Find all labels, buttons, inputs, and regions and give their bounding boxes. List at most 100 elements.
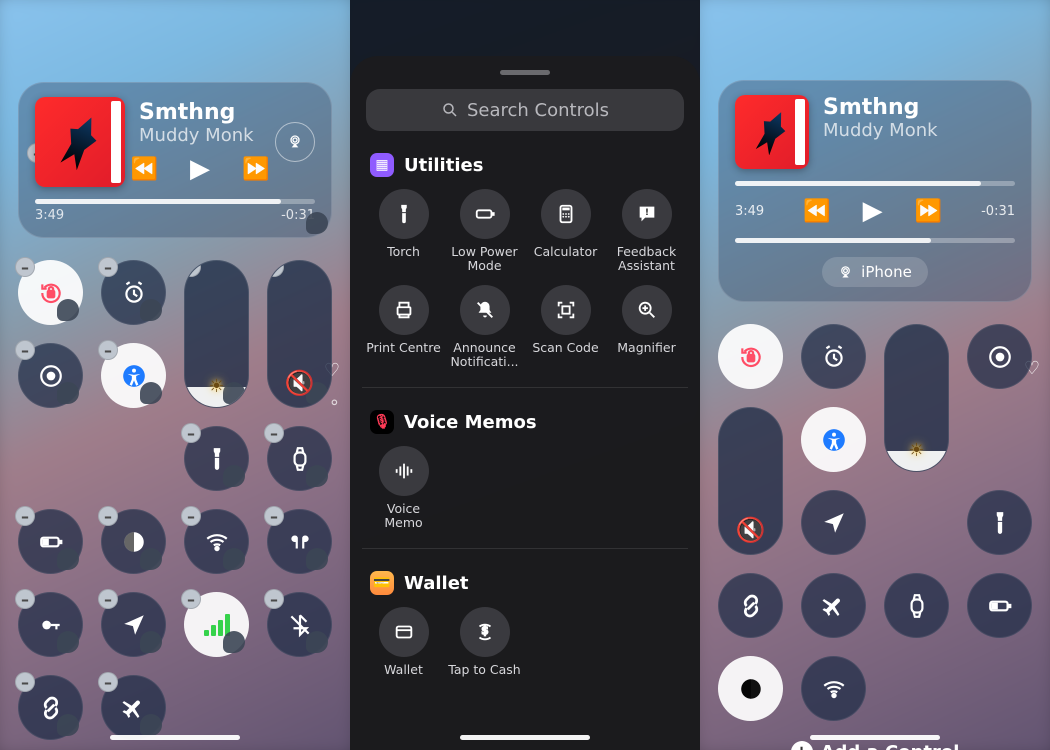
brightness-slider[interactable]: ☀–: [184, 260, 249, 408]
airplay-button[interactable]: [275, 122, 315, 162]
play-button[interactable]: ▶: [190, 154, 210, 184]
progress-bar[interactable]: [735, 181, 1015, 186]
resize-handle-icon[interactable]: [140, 548, 162, 570]
home-indicator[interactable]: [810, 735, 940, 740]
airplane-toggle[interactable]: –: [101, 675, 166, 740]
media-card[interactable]: – Smthng Muddy Monk ⏪ ▶ ⏩ 3:49: [18, 82, 332, 238]
location-toggle[interactable]: [801, 490, 866, 555]
remove-badge-icon[interactable]: –: [98, 340, 118, 360]
gallery-item[interactable]: Torch: [366, 189, 441, 275]
gallery-item[interactable]: Wallet: [366, 607, 441, 693]
remove-badge-icon[interactable]: –: [15, 257, 35, 277]
resize-handle-icon[interactable]: [140, 382, 162, 404]
resize-handle-icon[interactable]: [57, 299, 79, 321]
resize-handle-icon[interactable]: [306, 548, 328, 570]
gallery-item[interactable]: Voice Memo: [366, 446, 441, 532]
remove-badge-icon[interactable]: –: [15, 506, 35, 526]
remove-badge-icon[interactable]: –: [15, 672, 35, 692]
gallery-item[interactable]: !Feedback Assistant: [609, 189, 684, 275]
gallery-item[interactable]: Print Centre: [366, 285, 441, 371]
resize-handle-icon[interactable]: [140, 299, 162, 321]
gallery-item[interactable]: Scan Code: [528, 285, 603, 371]
torch-toggle[interactable]: [967, 490, 1032, 555]
gallery-item[interactable]: Low Power Mode: [447, 189, 522, 275]
home-indicator[interactable]: [110, 735, 240, 740]
wifi-toggle[interactable]: –: [184, 509, 249, 574]
forward-button[interactable]: ⏩: [915, 199, 942, 224]
link-toggle[interactable]: –: [18, 675, 83, 740]
resize-handle-icon[interactable]: [57, 714, 79, 736]
gallery-item[interactable]: Announce Notificati...: [447, 285, 522, 371]
forward-button[interactable]: ⏩: [242, 157, 269, 182]
resize-handle-icon[interactable]: [57, 631, 79, 653]
gallery-item[interactable]: Magnifier: [609, 285, 684, 371]
resize-handle-icon[interactable]: [140, 631, 162, 653]
wifi-toggle[interactable]: [801, 656, 866, 721]
resize-handle-icon[interactable]: [223, 465, 245, 487]
remove-badge-icon[interactable]: –: [184, 260, 201, 277]
volume-bar[interactable]: [735, 238, 1015, 243]
cellular-toggle[interactable]: –: [184, 592, 249, 657]
resize-handle-icon[interactable]: [140, 714, 162, 736]
remove-badge-icon[interactable]: –: [15, 340, 35, 360]
rotation-lock-toggle[interactable]: –: [18, 260, 83, 325]
home-indicator[interactable]: [460, 735, 590, 740]
remove-badge-icon[interactable]: –: [264, 589, 284, 609]
location-toggle[interactable]: –: [101, 592, 166, 657]
mute-slider[interactable]: 🔇–: [267, 260, 332, 408]
brightness-slider[interactable]: ☀: [884, 324, 949, 472]
audio-device-button[interactable]: iPhone: [822, 257, 928, 287]
resize-handle-icon[interactable]: [57, 548, 79, 570]
screen-record-toggle[interactable]: –: [18, 343, 83, 408]
alarm-toggle[interactable]: [801, 324, 866, 389]
low-power-toggle[interactable]: [967, 573, 1032, 638]
alarm-toggle[interactable]: –: [101, 260, 166, 325]
dark-mode-toggle[interactable]: –: [101, 509, 166, 574]
remove-badge-icon[interactable]: –: [267, 260, 284, 277]
link-toggle[interactable]: [718, 573, 783, 638]
resize-handle-icon[interactable]: [223, 548, 245, 570]
media-card[interactable]: Smthng Muddy Monk 3:49 ⏪ ▶ ⏩ -0:31 iPhon…: [718, 80, 1032, 302]
bluetooth-off-toggle[interactable]: –: [267, 592, 332, 657]
rotation-lock-toggle[interactable]: [718, 324, 783, 389]
airplane-toggle[interactable]: [801, 573, 866, 638]
screen-record-icon: [987, 344, 1013, 370]
resize-handle-icon[interactable]: [223, 631, 245, 653]
remove-badge-icon[interactable]: –: [181, 589, 201, 609]
progress-bar[interactable]: [35, 199, 315, 204]
gallery-item[interactable]: $Tap to Cash: [447, 607, 522, 693]
dark-mode-toggle[interactable]: [718, 656, 783, 721]
apple-watch-toggle[interactable]: –: [267, 426, 332, 491]
resize-handle-icon[interactable]: [223, 382, 245, 404]
gallery-item[interactable]: Calculator: [528, 189, 603, 275]
accessibility-toggle[interactable]: [801, 407, 866, 472]
remove-badge-icon[interactable]: –: [15, 589, 35, 609]
mute-slider[interactable]: 🔇: [718, 407, 783, 555]
airpods-toggle[interactable]: –: [267, 509, 332, 574]
remove-badge-icon[interactable]: –: [264, 423, 284, 443]
remove-badge-icon[interactable]: –: [264, 506, 284, 526]
search-input[interactable]: Search Controls: [366, 89, 684, 131]
passwords-toggle[interactable]: –: [18, 592, 83, 657]
screen-record-toggle[interactable]: [967, 324, 1032, 389]
resize-handle-icon[interactable]: [57, 382, 79, 404]
remove-badge-icon[interactable]: –: [181, 423, 201, 443]
remove-badge-icon[interactable]: –: [181, 506, 201, 526]
remove-badge-icon[interactable]: –: [98, 589, 118, 609]
rewind-button[interactable]: ⏪: [131, 157, 158, 182]
remove-badge-icon[interactable]: –: [98, 672, 118, 692]
add-control-button[interactable]: + Add a Control: [791, 741, 960, 750]
torch-toggle[interactable]: –: [184, 426, 249, 491]
rewind-button[interactable]: ⏪: [803, 199, 830, 224]
low-power-toggle[interactable]: –: [18, 509, 83, 574]
resize-handle-icon[interactable]: [306, 212, 328, 234]
apple-watch-toggle[interactable]: [884, 573, 949, 638]
sheet-grabber-icon[interactable]: [500, 70, 550, 75]
remove-badge-icon[interactable]: –: [98, 506, 118, 526]
accessibility-toggle[interactable]: –: [101, 343, 166, 408]
resize-handle-icon[interactable]: [306, 465, 328, 487]
time-elapsed: 3:49: [35, 208, 64, 223]
remove-badge-icon[interactable]: –: [98, 257, 118, 277]
resize-handle-icon[interactable]: [306, 631, 328, 653]
play-button[interactable]: ▶: [863, 196, 883, 226]
